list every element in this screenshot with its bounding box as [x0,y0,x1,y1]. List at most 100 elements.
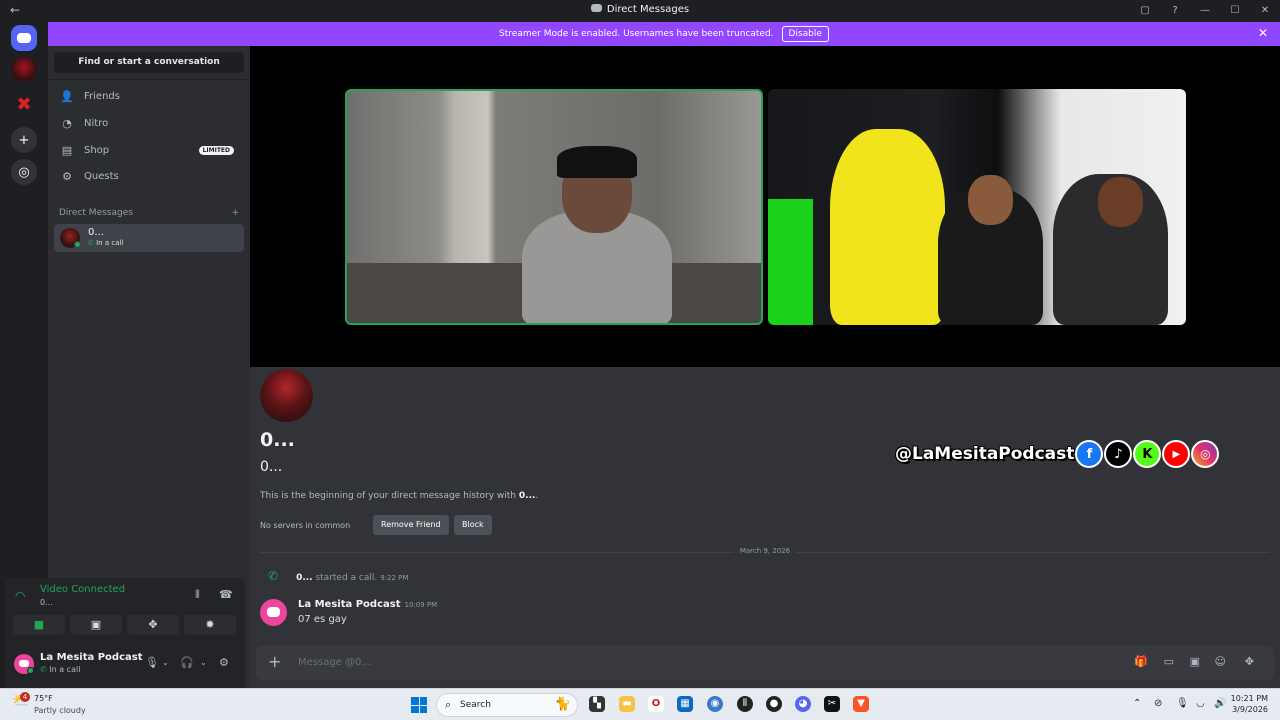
file-explorer-icon[interactable]: ▬ [619,696,635,712]
kick-icon: K [1133,440,1162,468]
phone-icon: ✆ [40,665,47,674]
store-icon[interactable]: ▦ [677,696,693,712]
intro-name: 0... [518,491,536,501]
phone-icon: ✆ [268,569,279,583]
video-frame [768,199,813,325]
soundboard-button[interactable]: ✸ [184,615,236,635]
call-system-message: ✆ 0... started a call. 9:22 PM [268,569,408,583]
app-icon[interactable]: ⦀ [737,696,753,712]
sidebar-item-nitro[interactable]: ◔ Nitro [56,111,244,135]
discord-taskbar-icon[interactable]: ◕ [795,696,811,712]
add-server-button[interactable]: + [11,127,37,153]
message-timestamp: 10:09 PM [404,601,438,609]
sidebar-item-shop[interactable]: ▤ Shop LIMITED [56,138,244,162]
microphone-icon[interactable]: 🎙 [1176,698,1189,709]
noise-suppression-icon[interactable]: ⦀ [195,588,200,602]
find-conversation-button[interactable]: Find or start a conversation [54,52,244,73]
browser-icon[interactable]: ◉ [707,696,723,712]
task-view-icon[interactable]: ▚ [589,696,605,712]
explore-servers-button[interactable]: ◎ [11,159,37,185]
video-tile-speaking[interactable] [345,89,763,325]
chevron-down-icon[interactable]: ⌄ [200,658,207,667]
opera-icon[interactable]: O [648,696,664,712]
dm-name: 0... [88,227,104,238]
gift-icon[interactable]: 🎁 [1134,655,1148,668]
date-divider-label: March 9, 2026 [733,547,797,555]
video-tile[interactable] [768,89,1186,325]
weather-condition[interactable]: Partly cloudy [34,706,86,715]
profile-avatar[interactable] [260,369,313,422]
stream-overlay: @LaMesitaPodcast f ♪ K ▶ ◎ [895,437,1220,471]
message-timestamp: 9:22 PM [380,574,409,582]
camera-icon: ■ [33,618,45,631]
intro-suffix: . [535,491,539,501]
screen-share-button[interactable]: ▣ [70,615,122,635]
chevron-up-icon[interactable]: ⌃ [1133,698,1141,709]
block-button[interactable]: Block [454,515,492,535]
attach-plus-icon[interactable]: + [268,652,281,671]
camera-button[interactable]: ■ [13,615,65,635]
windows-logo-icon [419,697,427,705]
friends-icon: 👤 [60,89,74,103]
taskbar-clock[interactable]: 10:21 PM 3/9/2026 [1231,693,1268,715]
weather-temperature[interactable]: 75°F [34,694,53,703]
brave-icon[interactable]: ▼ [853,696,869,712]
dm-status: ✆ In a call [88,239,123,247]
user-name[interactable]: La Mesita Podcast [40,652,143,663]
capcut-icon[interactable]: ✂ [824,696,840,712]
help-icon[interactable]: ? [1160,5,1190,16]
system-text: started a call. [312,573,378,583]
message-header: La Mesita Podcast 10:09 PM [298,599,437,610]
create-dm-button[interactable]: + [231,208,239,218]
avatar[interactable] [260,599,287,626]
discord-logo-icon [590,4,602,12]
voice-status[interactable]: Video Connected [40,584,125,595]
dm-list-item[interactable]: 0... ✆ In a call [54,224,244,252]
start-button[interactable] [411,697,427,713]
dm-section-header: Direct Messages + [59,208,239,218]
microphone-icon[interactable]: 🎙 [145,656,159,669]
message-composer[interactable]: + Message @0... 🎁 ▭ ▣ ☺ ✥ [256,646,1274,680]
search-icon: ⌕ [445,698,452,711]
settings-gear-icon[interactable]: ⚙ [219,656,229,669]
close-banner-icon[interactable]: ✕ [1258,26,1268,40]
gif-icon[interactable]: ▭ [1164,655,1174,668]
divider [48,79,250,80]
taskbar-search-label: Search [460,700,491,710]
emoji-icon[interactable]: ☺ [1215,655,1226,668]
nitro-icon: ◔ [62,116,72,130]
apps-icon[interactable]: ✥ [1245,655,1254,668]
maximize-button[interactable]: ☐ [1220,5,1250,16]
online-status-dot [27,667,34,674]
sidebar-item-label: Shop [84,144,110,156]
close-window-button[interactable]: ✕ [1250,5,1280,16]
message-author[interactable]: La Mesita Podcast [298,599,401,610]
signal-icon[interactable]: ◠ [15,589,25,603]
window-title-text: Direct Messages [606,4,690,15]
taskbar-search[interactable]: ⌕ Search 🐈 [436,693,578,717]
activities-button[interactable]: ✥ [127,615,179,635]
sidebar-item-label: Friends [84,90,120,102]
message-input[interactable]: Message @0... [298,657,371,668]
headphones-icon[interactable]: 🎧 [180,656,194,669]
system-author[interactable]: 0... [296,573,313,583]
wifi-icon[interactable]: ◡ [1196,698,1205,709]
remove-friend-button[interactable]: Remove Friend [373,515,449,535]
clock-date: 3/9/2026 [1232,705,1268,714]
volume-icon[interactable]: 🔊 [1214,698,1226,709]
sidebar-item-friends[interactable]: 👤 Friends [56,84,244,108]
disconnect-icon[interactable]: ☎ [219,588,233,601]
disable-streamer-mode-button[interactable]: Disable [781,26,829,42]
inbox-icon[interactable]: ▢ [1130,5,1160,16]
activities-icon: ✥ [148,618,158,631]
sticker-icon[interactable]: ▣ [1190,655,1200,668]
home-button[interactable] [11,25,37,51]
limited-badge: LIMITED [198,145,234,155]
minimize-button[interactable]: — [1190,5,1220,16]
network-icon[interactable]: ⊘ [1154,698,1162,709]
chevron-down-icon[interactable]: ⌄ [162,658,169,667]
server-icon[interactable]: ✖ [11,91,37,117]
sidebar-item-quests[interactable]: ⚙ Quests [56,164,244,188]
obs-icon[interactable]: ● [766,696,782,712]
server-avatar[interactable] [11,57,37,83]
